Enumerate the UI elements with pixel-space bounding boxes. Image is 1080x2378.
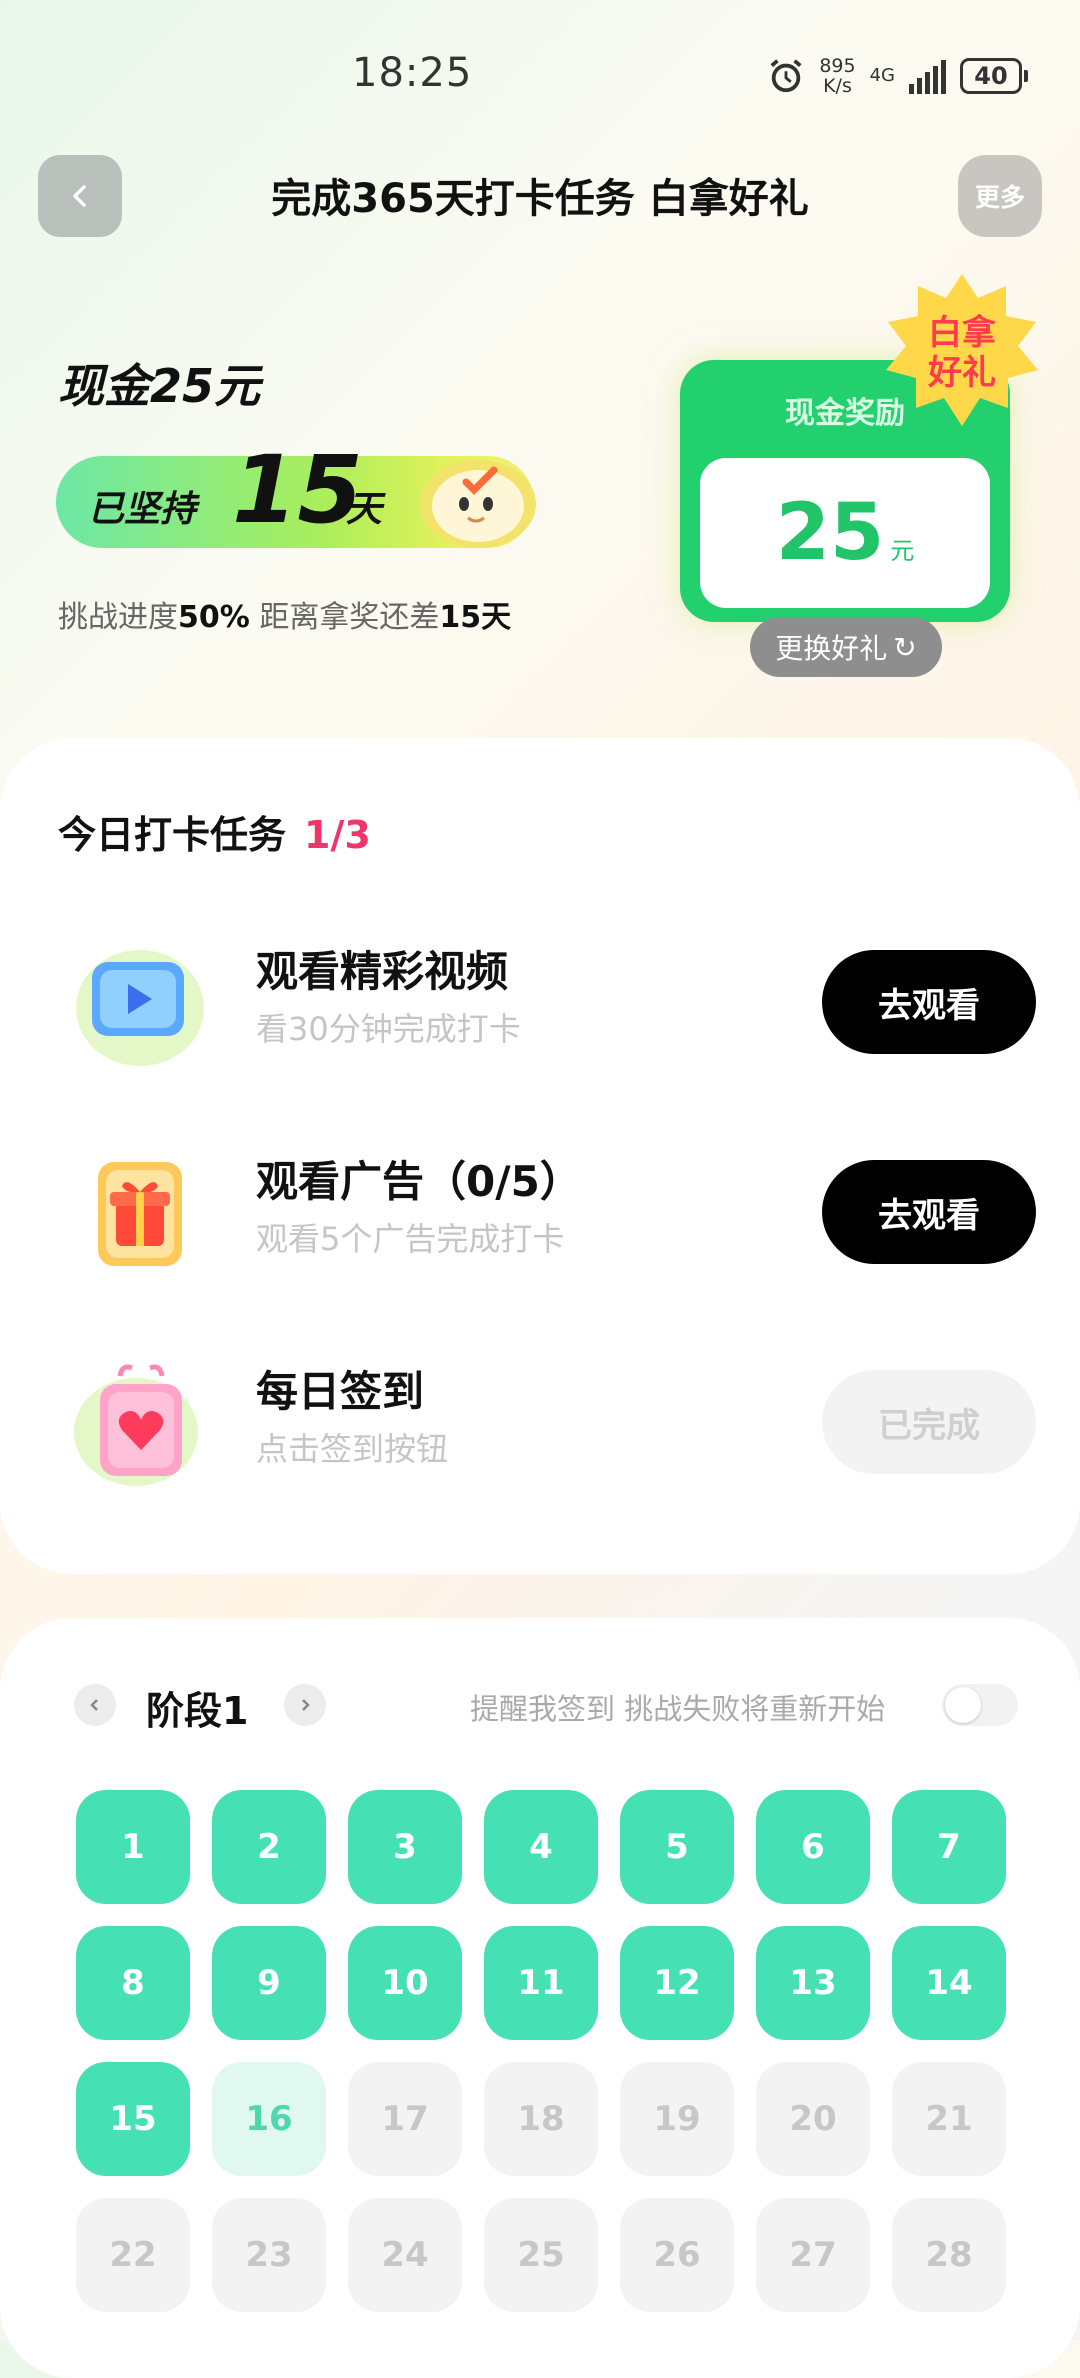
stage-title: 阶段1 [146, 1689, 249, 1733]
stage-prev-button[interactable] [74, 1684, 116, 1726]
day-cell-9[interactable]: 9 [212, 1926, 326, 2040]
task-subtitle: 看30分钟完成打卡 [256, 1010, 521, 1048]
battery-level: 40 [960, 58, 1022, 94]
day-cell-23[interactable]: 23 [212, 2198, 326, 2312]
day-cell-14[interactable]: 14 [892, 1926, 1006, 2040]
progress-value: 50% [178, 600, 250, 635]
network-speed-unit: K/s [823, 75, 852, 97]
daily-tasks-card: 今日打卡任务 1/3 观看精彩视频 看30分钟完成打卡 去观看 观看广告（0/5）… [0, 738, 1080, 1574]
day-cell-3[interactable]: 3 [348, 1790, 462, 1904]
page-title: 完成365天打卡任务 白拿好礼 [271, 176, 809, 222]
video-play-icon [76, 950, 204, 1066]
status-time: 18:25 [352, 50, 473, 96]
mascot-icon [420, 460, 536, 548]
day-cell-15[interactable]: 15 [76, 2062, 190, 2176]
day-cell-27[interactable]: 27 [756, 2198, 870, 2312]
gift-badge-icon: 白拿 好礼 [886, 274, 1038, 426]
more-button[interactable]: 更多 [958, 155, 1042, 237]
day-cell-21[interactable]: 21 [892, 2062, 1006, 2176]
day-cell-11[interactable]: 11 [484, 1926, 598, 2040]
day-cell-17[interactable]: 17 [348, 2062, 462, 2176]
signal-icon [909, 58, 946, 94]
stage-calendar-card: 阶段1 提醒我签到 挑战失败将重新开始 1 2 3 4 5 6 7 8 9 10 11 12 13 14 1… [0, 1618, 1080, 2378]
reminder-label: 提醒我签到 挑战失败将重新开始 [470, 1692, 886, 1726]
day-cell-6[interactable]: 6 [756, 1790, 870, 1904]
day-cell-4[interactable]: 4 [484, 1790, 598, 1904]
progress-text: 挑战进度50% 距离拿奖还差15天 [58, 592, 511, 636]
progress-label: 挑战进度 [58, 600, 178, 635]
day-cell-13[interactable]: 13 [756, 1926, 870, 2040]
day-cell-10[interactable]: 10 [348, 1926, 462, 2040]
daily-tasks-title: 今日打卡任务 [58, 813, 287, 857]
task-title: 观看精彩视频 [256, 947, 509, 996]
streak-unit: 天 [346, 489, 383, 530]
watch-ads-button[interactable]: 去观看 [822, 1160, 1036, 1264]
reward-amount: 现金25元 [58, 359, 261, 413]
task-subtitle: 点击签到按钮 [256, 1430, 449, 1468]
watch-video-button[interactable]: 去观看 [822, 950, 1036, 1054]
swap-gift-button[interactable]: 更换好礼 ↻ [750, 617, 942, 677]
day-cell-12[interactable]: 12 [620, 1926, 734, 2040]
cash-card-inner: 25 元 [700, 458, 990, 608]
task-title: 观看广告（0/5） [256, 1157, 582, 1206]
streak-prefix: 已坚持 [88, 489, 197, 530]
day-cell-2[interactable]: 2 [212, 1790, 326, 1904]
badge-line1: 白拿 [928, 313, 997, 353]
day-cell-1[interactable]: 1 [76, 1790, 190, 1904]
day-cell-19[interactable]: 19 [620, 2062, 734, 2176]
network-speed-value: 895 [819, 55, 856, 77]
day-cell-20[interactable]: 20 [756, 2062, 870, 2176]
checkin-done-button[interactable]: 已完成 [822, 1370, 1036, 1474]
day-cell-28[interactable]: 28 [892, 2198, 1006, 2312]
badge-line2: 好礼 [927, 353, 996, 393]
task-title: 每日签到 [256, 1367, 425, 1416]
heart-bag-icon [74, 1364, 198, 1486]
day-cell-24[interactable]: 24 [348, 2198, 462, 2312]
chevron-left-icon [90, 1699, 98, 1711]
daily-tasks-header: 今日打卡任务 1/3 [58, 804, 371, 859]
gift-box-icon [98, 1162, 182, 1266]
day-grid: 1 2 3 4 5 6 7 8 9 10 11 12 13 14 15 16 17 18 19 20 21 22 23 24 2… [76, 1790, 1006, 2312]
day-cell-16[interactable]: 16 [212, 2062, 326, 2176]
stage-next-button[interactable] [284, 1684, 326, 1726]
status-icons: 895 K/s 4G 40 [767, 56, 1028, 96]
day-cell-22[interactable]: 22 [76, 2198, 190, 2312]
streak-days: 15 [232, 436, 363, 545]
cash-unit: 元 [890, 536, 915, 565]
task-row-ads: 观看广告（0/5） 观看5个广告完成打卡 去观看 [0, 1128, 1080, 1288]
swap-gift-label: 更换好礼 [775, 632, 888, 665]
network-type: 4G [869, 65, 895, 86]
battery-icon: 40 [960, 58, 1028, 94]
cash-amount: 25 [775, 488, 885, 578]
day-cell-7[interactable]: 7 [892, 1790, 1006, 1904]
streak-pill: 已坚持 15 天 [56, 436, 536, 548]
remaining-value: 15天 [439, 600, 512, 635]
chevron-right-icon [302, 1699, 310, 1711]
daily-tasks-count: 1/3 [304, 813, 371, 857]
task-row-checkin: 每日签到 点击签到按钮 已完成 [0, 1338, 1080, 1498]
task-row-video: 观看精彩视频 看30分钟完成打卡 去观看 [0, 918, 1080, 1078]
day-cell-8[interactable]: 8 [76, 1926, 190, 2040]
day-cell-5[interactable]: 5 [620, 1790, 734, 1904]
day-cell-25[interactable]: 25 [484, 2198, 598, 2312]
task-subtitle: 观看5个广告完成打卡 [256, 1220, 565, 1258]
status-bar: 18:25 895 K/s 4G 40 [0, 0, 1080, 150]
remaining-label: 距离拿奖还差 [249, 600, 440, 635]
reminder-toggle[interactable] [942, 1684, 1018, 1726]
network-speed: 895 K/s [819, 56, 855, 96]
day-cell-18[interactable]: 18 [484, 2062, 598, 2176]
toggle-knob [945, 1687, 981, 1723]
alarm-icon [770, 59, 802, 93]
day-cell-26[interactable]: 26 [620, 2198, 734, 2312]
refresh-icon: ↻ [893, 630, 917, 664]
